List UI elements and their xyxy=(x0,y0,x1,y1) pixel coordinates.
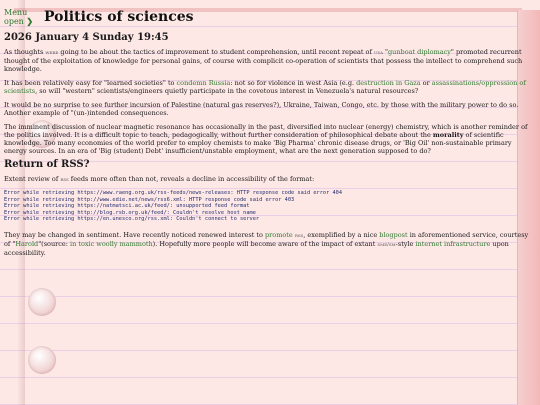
site-title: Politics of sciences xyxy=(44,9,194,25)
menu-toggle[interactable]: Menu open ❯ xyxy=(4,8,33,26)
binder-hole xyxy=(28,288,56,316)
error-line: Error while retrieving https://www.raeng… xyxy=(4,190,343,196)
promote-link[interactable]: promote xyxy=(265,231,293,239)
chevron-right-icon: ❯ xyxy=(26,16,34,26)
condemn-russia-link[interactable]: condemn Russia xyxy=(177,79,231,87)
rss-intro: Extent review of rss feeds more often th… xyxy=(4,175,315,183)
error-line: Error while retrieving https://natmatsci… xyxy=(4,203,250,210)
gunboat-diplomacy-link[interactable]: gunboat diplomacy xyxy=(388,48,451,56)
menu-open[interactable]: open ❯ xyxy=(4,16,34,27)
blogpost-link[interactable]: blogpost xyxy=(379,231,407,239)
error-line: Error while retrieving https://en.unesco… xyxy=(4,216,260,223)
post-paragraph-4: The imminent discussion of nuclear magne… xyxy=(4,123,528,155)
post-paragraph-2: It has been relatively easy for "learned… xyxy=(4,79,526,95)
internet-infrastructure-link[interactable]: internet infrastructure xyxy=(415,240,490,248)
menu-open-label: open xyxy=(4,17,24,26)
rss-heading: Return of RSS? xyxy=(4,159,90,170)
post-paragraph-1: As thoughts were going to be about the t… xyxy=(4,48,523,73)
harold-link[interactable]: Harold xyxy=(15,240,38,248)
error-line: Error while retrieving http://www.edie.n… xyxy=(4,196,295,203)
post-paragraph-3: It would be no surprise to see further i… xyxy=(4,101,519,117)
rss-error-log: Error while retrieving https://www.raeng… xyxy=(4,190,532,223)
post-date-heading: 2026 January 4 Sunday 19:45 xyxy=(4,32,169,43)
main-content: 2026 January 4 Sunday 19:45 As thoughts … xyxy=(4,32,532,263)
error-line: Error while retrieving http://blog.rsb.o… xyxy=(4,209,256,216)
rss-outro: They may be changed in sentiment. Have r… xyxy=(4,230,529,257)
toxic-woolly-mammoth-link[interactable]: in toxic woolly mammoth xyxy=(70,240,153,248)
destruction-gaza-link[interactable]: destruction in Gaza xyxy=(356,79,420,87)
binder-hole xyxy=(28,346,56,374)
